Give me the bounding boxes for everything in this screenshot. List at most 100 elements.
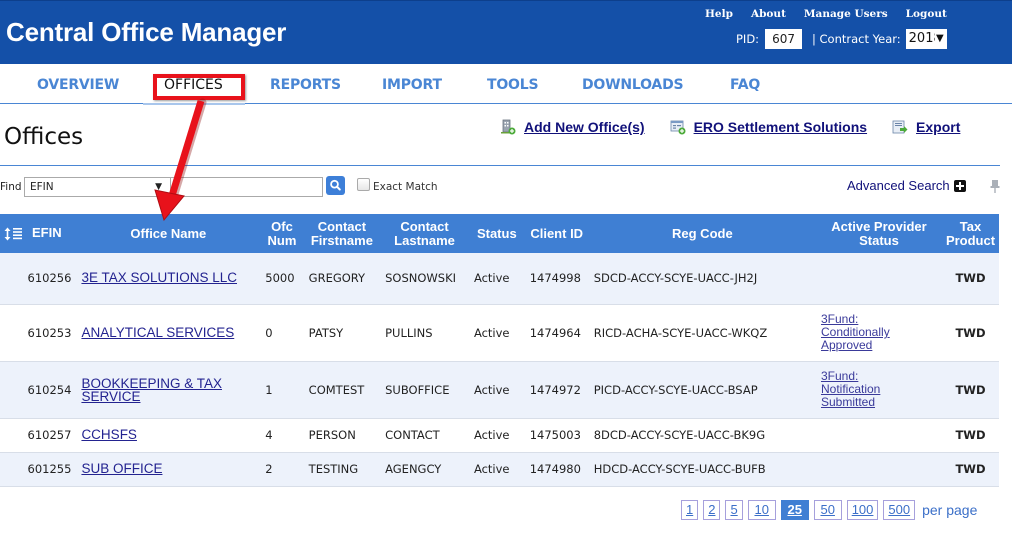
cell-status: Active <box>468 304 525 362</box>
sort-toggle-icon[interactable] <box>4 227 24 241</box>
per-page-option[interactable]: 5 <box>725 500 743 520</box>
exact-match-checkbox[interactable] <box>357 178 370 191</box>
header-client-id-label: Client ID <box>530 225 584 241</box>
cell-last: AGENGCY <box>380 452 469 487</box>
header-last-line1: Contact <box>400 218 449 234</box>
cell-first: COMTEST <box>303 361 381 419</box>
exact-match-label: Exact Match <box>373 181 438 193</box>
contract-year-select[interactable]: 2018 ▼ <box>905 29 947 49</box>
manage-users-link[interactable]: Manage Users <box>804 8 888 20</box>
export-link[interactable]: Export <box>916 119 960 135</box>
contract-year-label: | Contract Year: <box>811 32 901 46</box>
per-page-option[interactable]: 50 <box>813 500 842 520</box>
nav-import[interactable]: IMPORT <box>382 77 442 93</box>
ero-settlement-link[interactable]: ERO Settlement Solutions <box>694 119 867 135</box>
cell-last: PULLINS <box>380 304 469 362</box>
plus-icon <box>953 179 966 192</box>
app-header: Central Office Manager Help About Manage… <box>0 0 1012 64</box>
cell-first: TESTING <box>303 452 381 487</box>
cell-tax-product: TWD <box>942 418 999 453</box>
cell-reg-code: SDCD-ACCY-SCYE-UACC-JH2J <box>588 253 816 305</box>
cell-status: Active <box>468 361 525 419</box>
cell-ofc-num: 4 <box>260 418 304 453</box>
page-actions: Add New Office(s) ERO Settlement Solutio… <box>500 119 960 135</box>
header-ofc-num[interactable]: Ofc Num <box>260 214 304 253</box>
about-link[interactable]: About <box>751 8 786 20</box>
header-first-line1: Contact <box>317 218 367 234</box>
nav-downloads[interactable]: DOWNLOADS <box>582 77 684 93</box>
advanced-search-toggle[interactable]: Advanced Search <box>847 178 966 193</box>
header-contact-firstname[interactable]: Contact Firstname <box>303 214 381 253</box>
cell-client-id: 1474972 <box>524 361 589 419</box>
cell-tax-product: TWD <box>942 361 999 419</box>
page-title: Offices <box>4 124 84 150</box>
header-efin[interactable]: EFIN <box>0 214 77 253</box>
advanced-search-label: Advanced Search <box>847 178 950 193</box>
header-contact-lastname[interactable]: Contact Lastname <box>380 214 469 253</box>
table-header-row: EFIN Office Name Ofc Num Contact Firstname… <box>0 214 999 253</box>
cell-client-id: 1474964 <box>524 304 589 362</box>
per-page-option[interactable]: 500 <box>883 500 916 520</box>
cell-status: Active <box>468 452 525 487</box>
cell-client-id: 1474998 <box>524 253 589 305</box>
per-page-option[interactable]: 2 <box>703 500 721 520</box>
header-office-name[interactable]: Office Name <box>76 214 261 253</box>
header-client-id[interactable]: Client ID <box>524 214 589 253</box>
nav-faq[interactable]: FAQ <box>730 77 760 93</box>
per-page-option[interactable]: 10 <box>747 500 776 520</box>
cell-tax-product: TWD <box>942 452 999 487</box>
cell-efin: 601255 <box>0 452 77 487</box>
header-tax-product[interactable]: Tax Product <box>942 214 999 253</box>
office-name-link[interactable]: SUB OFFICE <box>81 461 162 476</box>
cell-ofc-num: 5000 <box>260 253 304 305</box>
table-row: 610254 BOOKKEEPING & TAX SERVICE 1 COMTE… <box>0 361 999 419</box>
header-status[interactable]: Status <box>468 214 525 253</box>
logout-link[interactable]: Logout <box>906 8 947 20</box>
provider-status-link[interactable]: 3Fund: Notification Submitted <box>821 370 901 409</box>
search-button[interactable] <box>326 176 345 195</box>
provider-status-link[interactable]: 3Fund: Conditionally Approved <box>821 313 901 352</box>
per-page-option[interactable]: 1 <box>681 500 699 520</box>
cell-first: PERSON <box>303 418 381 453</box>
nav-tools[interactable]: TOOLS <box>487 77 539 93</box>
per-page-option-selected[interactable]: 25 <box>780 500 809 520</box>
top-links: Help About Manage Users Logout <box>705 8 947 20</box>
cell-efin: 610256 <box>0 253 77 305</box>
main-nav: OVERVIEW OFFICES REPORTS IMPORT TOOLS DO… <box>0 64 1012 105</box>
office-name-link[interactable]: 3E TAX SOLUTIONS LLC <box>81 270 237 285</box>
help-link[interactable]: Help <box>705 8 733 20</box>
header-reg-code[interactable]: Reg Code <box>588 214 816 253</box>
office-name-link[interactable]: ANALYTICAL SERVICES <box>81 325 234 340</box>
cell-provider-status: 3Fund: Conditionally Approved <box>815 304 942 362</box>
header-efin-label: EFIN <box>32 225 62 241</box>
header-active-provider-status[interactable]: Active Provider Status <box>815 214 942 253</box>
add-office-icon <box>500 119 516 135</box>
cell-reg-code: HDCD-ACCY-SCYE-UACC-BUFB <box>588 452 816 487</box>
cell-status: Active <box>468 253 525 305</box>
office-name-link[interactable]: BOOKKEEPING & TAX SERVICE <box>81 376 231 403</box>
ero-settlement-action: ERO Settlement Solutions <box>670 119 867 135</box>
office-name-link[interactable]: CCHSFS <box>81 427 137 442</box>
header-ofc-num-line2: Num <box>267 232 297 248</box>
table-row: 610256 3E TAX SOLUTIONS LLC 5000 GREGORY… <box>0 253 999 305</box>
add-new-office-link[interactable]: Add New Office(s) <box>524 119 645 135</box>
pin-icon[interactable] <box>990 178 1000 193</box>
cell-efin: 610253 <box>0 304 77 362</box>
header-last-line2: Lastname <box>394 232 455 248</box>
add-new-office-action: Add New Office(s) <box>500 119 645 135</box>
cell-ofc-num: 0 <box>260 304 304 362</box>
header-provider-line1: Active Provider <box>831 218 927 234</box>
header-provider-line2: Status <box>859 232 899 248</box>
header-first-line2: Firstname <box>310 232 373 248</box>
export-icon <box>892 119 908 135</box>
find-field-select[interactable]: EFIN ▼ <box>24 177 171 197</box>
search-icon <box>330 179 341 191</box>
nav-reports[interactable]: REPORTS <box>270 77 341 93</box>
dropdown-arrow-icon: ▼ <box>934 29 944 48</box>
nav-overview[interactable]: OVERVIEW <box>37 77 119 93</box>
settlement-form-icon <box>670 119 686 135</box>
cell-office-name: 3E TAX SOLUTIONS LLC <box>76 253 261 305</box>
per-page-option[interactable]: 100 <box>846 500 879 520</box>
cell-last: SUBOFFICE <box>380 361 469 419</box>
find-input[interactable] <box>171 177 323 197</box>
